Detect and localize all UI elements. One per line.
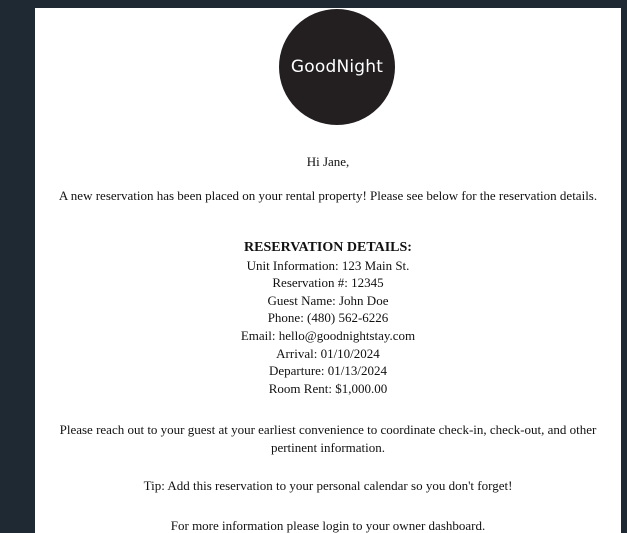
tip-text: Tip: Add this reservation to your person… (143, 478, 513, 493)
goodnight-logo: GoodNight (279, 9, 395, 125)
detail-guest-name: Guest Name: John Doe (267, 292, 389, 308)
intro-paragraph: A new reservation has been placed on you… (58, 188, 598, 203)
screen-background: GoodNight Hi Jane, A new reservation has… (0, 0, 627, 533)
detail-unit-information: Unit Information: 123 Main St. (246, 257, 410, 273)
detail-departure: Departure: 01/13/2024 (268, 363, 388, 379)
greeting-text: Hi Jane, (306, 154, 350, 169)
detail-phone: Phone: (480) 562-6226 (267, 310, 389, 326)
logo-text: GoodNight (290, 57, 384, 77)
reservation-details: RESERVATION DETAILS: Unit Information: 1… (35, 239, 621, 397)
reach-out-paragraph: Please reach out to your guest at your e… (59, 422, 597, 455)
detail-arrival: Arrival: 01/10/2024 (276, 345, 380, 361)
details-heading: RESERVATION DETAILS: (244, 240, 412, 255)
detail-reservation-number: Reservation #: 12345 (272, 275, 384, 291)
more-info-text: For more information please login to you… (170, 518, 486, 533)
email-body: GoodNight Hi Jane, A new reservation has… (35, 8, 621, 533)
detail-room-rent: Room Rent: $1,000.00 (268, 380, 388, 396)
detail-email: Email: hello@goodnightstay.com (240, 327, 416, 343)
